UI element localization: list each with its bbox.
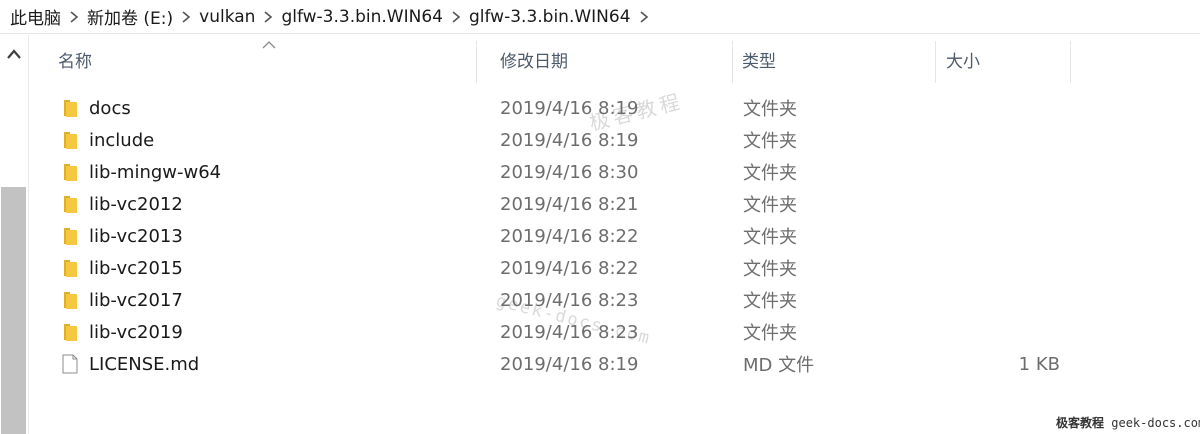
- file-date: 2019/4/16 8:23: [500, 321, 639, 343]
- file-type: 文件夹: [743, 131, 797, 152]
- watermark-footer-cn: 极客教程: [1056, 416, 1105, 430]
- file-name[interactable]: lib-mingw-w64: [89, 156, 221, 188]
- folder-icon: [64, 324, 77, 341]
- folder-icon: [64, 292, 77, 309]
- file-row[interactable]: lib-mingw-w64 2019/4/16 8:30 文件夹: [30, 156, 1200, 188]
- row-icon: [58, 156, 82, 188]
- breadcrumb-separator[interactable]: [177, 0, 195, 34]
- column-header-name[interactable]: 名称: [58, 35, 506, 83]
- column-divider[interactable]: [732, 41, 733, 83]
- folder-icon: [64, 228, 77, 245]
- chevron-up-icon: [7, 49, 21, 59]
- file-size: [970, 252, 1060, 284]
- file-row[interactable]: include 2019/4/16 8:19 文件夹: [30, 124, 1200, 156]
- file-date: 2019/4/16 8:22: [500, 225, 639, 247]
- folder-icon: [64, 100, 77, 117]
- file-type: 文件夹: [743, 259, 797, 280]
- breadcrumb-item[interactable]: glfw-3.3.bin.WIN64: [465, 7, 635, 27]
- column-divider[interactable]: [1070, 41, 1071, 83]
- file-name[interactable]: lib-vc2019: [89, 316, 183, 348]
- file-row[interactable]: lib-vc2012 2019/4/16 8:21 文件夹: [30, 188, 1200, 220]
- chevron-right-icon: [640, 10, 648, 23]
- column-divider[interactable]: [935, 41, 936, 83]
- row-icon: [58, 252, 82, 284]
- row-icon: [58, 284, 82, 316]
- file-date: 2019/4/16 8:22: [500, 257, 639, 279]
- row-icon: [58, 316, 82, 348]
- file-name[interactable]: lib-vc2015: [89, 252, 183, 284]
- scrollbar-thumb[interactable]: [1, 187, 26, 434]
- file-name[interactable]: LICENSE.md: [89, 348, 199, 380]
- breadcrumb-item[interactable]: glfw-3.3.bin.WIN64: [277, 7, 447, 27]
- breadcrumb-item[interactable]: 新加卷 (E:): [83, 4, 177, 29]
- file-row[interactable]: lib-vc2017 2019/4/16 8:23 文件夹: [30, 284, 1200, 316]
- row-icon: [58, 188, 82, 220]
- row-icon: [58, 348, 82, 380]
- file-list: docs 2019/4/16 8:19 文件夹 include 2019/4/16 8:…: [30, 92, 1200, 380]
- folder-icon: [64, 132, 77, 149]
- row-icon: [58, 92, 82, 124]
- file-type: 文件夹: [743, 163, 797, 184]
- chevron-right-icon: [70, 10, 79, 23]
- folder-icon: [64, 196, 77, 213]
- breadcrumb-separator[interactable]: [635, 0, 653, 34]
- file-type: 文件夹: [743, 99, 797, 120]
- file-date: 2019/4/16 8:19: [500, 97, 639, 119]
- scroll-up-button[interactable]: [0, 43, 28, 65]
- file-date: 2019/4/16 8:19: [500, 353, 639, 375]
- file-name[interactable]: lib-vc2017: [89, 284, 183, 316]
- column-divider[interactable]: [476, 41, 477, 83]
- file-type: MD 文件: [743, 355, 815, 376]
- file-size: [970, 188, 1060, 220]
- file-icon: [62, 354, 78, 374]
- file-date: 2019/4/16 8:23: [500, 289, 639, 311]
- file-size: [970, 92, 1060, 124]
- chevron-right-icon: [182, 10, 191, 23]
- column-header-row: 名称 修改日期 类型 大小: [30, 35, 1200, 90]
- file-size: [970, 124, 1060, 156]
- file-row[interactable]: lib-vc2013 2019/4/16 8:22 文件夹: [30, 220, 1200, 252]
- file-row[interactable]: lib-vc2015 2019/4/16 8:22 文件夹: [30, 252, 1200, 284]
- column-header-size[interactable]: 大小: [946, 35, 1072, 83]
- file-row[interactable]: docs 2019/4/16 8:19 文件夹: [30, 92, 1200, 124]
- file-size: [970, 284, 1060, 316]
- column-header-date[interactable]: 修改日期: [500, 35, 734, 83]
- file-size: [970, 156, 1060, 188]
- breadcrumb[interactable]: 此电脑 新加卷 (E:) vulkan glfw-3.3.bin.WIN64 glfw-…: [0, 0, 1200, 34]
- file-size: [970, 316, 1060, 348]
- breadcrumb-item[interactable]: 此电脑: [6, 4, 65, 29]
- chevron-right-icon: [452, 10, 461, 23]
- file-explorer-window: 此电脑 新加卷 (E:) vulkan glfw-3.3.bin.WIN64 glfw-…: [0, 0, 1200, 434]
- watermark-footer: 极客教程 geek-docs.com: [1056, 414, 1200, 431]
- file-size: 1 KB: [1018, 353, 1060, 375]
- folder-icon: [64, 164, 77, 181]
- file-date: 2019/4/16 8:30: [500, 161, 639, 183]
- file-date: 2019/4/16 8:21: [500, 193, 639, 215]
- row-icon: [58, 124, 82, 156]
- folder-icon: [64, 260, 77, 277]
- breadcrumb-item[interactable]: vulkan: [195, 7, 259, 27]
- file-row[interactable]: lib-vc2019 2019/4/16 8:23 文件夹: [30, 316, 1200, 348]
- row-icon: [58, 220, 82, 252]
- breadcrumb-separator[interactable]: [447, 0, 465, 34]
- file-type: 文件夹: [743, 227, 797, 248]
- file-name[interactable]: lib-vc2012: [89, 188, 183, 220]
- breadcrumb-separator[interactable]: [259, 0, 277, 34]
- watermark-footer-url: geek-docs.com: [1111, 416, 1200, 430]
- file-name[interactable]: lib-vc2013: [89, 220, 183, 252]
- vertical-scrollbar[interactable]: [0, 35, 29, 434]
- chevron-right-icon: [264, 10, 273, 23]
- file-type: 文件夹: [743, 195, 797, 216]
- file-name[interactable]: include: [89, 124, 154, 156]
- file-date: 2019/4/16 8:19: [500, 129, 639, 151]
- file-type: 文件夹: [743, 291, 797, 312]
- file-name[interactable]: docs: [89, 92, 131, 124]
- file-size: [970, 220, 1060, 252]
- file-type: 文件夹: [743, 323, 797, 344]
- column-header-type[interactable]: 类型: [742, 35, 936, 83]
- breadcrumb-separator[interactable]: [65, 0, 83, 34]
- file-row[interactable]: LICENSE.md 2019/4/16 8:19 MD 文件 1 KB: [30, 348, 1200, 380]
